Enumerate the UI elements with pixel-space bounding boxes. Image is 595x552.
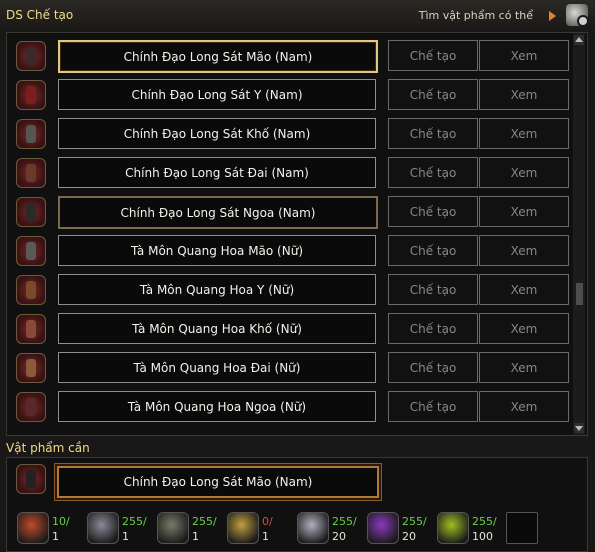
material-need-count: 1 (192, 530, 199, 543)
list-item[interactable]: Tà Môn Quang Hoa Khố (Nữ) Chế tạo Xem (7, 310, 575, 349)
craft-button[interactable]: Chế tạo (388, 79, 478, 110)
silver-orb-icon[interactable] (87, 512, 119, 544)
list-item[interactable]: Tà Môn Quang Hoa Ngoa (Nữ) Chế tạo Xem (7, 388, 575, 427)
view-button[interactable]: Xem (479, 391, 569, 422)
view-button[interactable]: Xem (479, 157, 569, 188)
material-need-count: 1 (262, 530, 269, 543)
diamond-icon[interactable] (297, 512, 329, 544)
view-button[interactable]: Xem (479, 118, 569, 149)
required-items-panel: Chính Đạo Long Sát Mão (Nam) 10/1 255/1 25… (6, 457, 588, 552)
equipment-icon[interactable] (16, 80, 46, 110)
list-item[interactable]: Tà Môn Quang Hoa Đai (Nữ) Chế tạo Xem (7, 349, 575, 388)
list-item[interactable]: Tà Môn Quang Hoa Y (Nữ) Chế tạo Xem (7, 271, 575, 310)
list-item[interactable]: Chính Đạo Long Sát Mão (Nam) Chế tạo Xem (7, 37, 575, 76)
material-need-count: 100 (472, 530, 493, 543)
material-have-count: 255/ (472, 515, 497, 528)
craft-list: Chính Đạo Long Sát Mão (Nam) Chế tạo Xem Ch… (6, 32, 588, 436)
craft-button[interactable]: Chế tạo (388, 352, 478, 383)
craft-button[interactable]: Chế tạo (388, 391, 478, 422)
equipment-icon[interactable] (16, 197, 46, 227)
scroll-up-arrow-icon[interactable] (574, 35, 584, 45)
item-name[interactable]: Tà Môn Quang Hoa Mão (Nữ) (58, 235, 376, 266)
scrollbar[interactable] (573, 33, 585, 435)
required-items-title: Vật phẩm cần (6, 441, 90, 455)
material-have-count: 255/ (122, 515, 147, 528)
find-craftable-label[interactable]: Tìm vật phẩm có thể (419, 9, 533, 22)
list-item[interactable]: Chính Đạo Long Sát Khố (Nam) Chế tạo Xem (7, 115, 575, 154)
item-name[interactable]: Tà Môn Quang Hoa Y (Nữ) (58, 274, 376, 305)
material-slot[interactable]: 255/1 (157, 512, 221, 544)
stone-orb-icon[interactable] (157, 512, 189, 544)
material-have-count: 255/ (332, 515, 357, 528)
equipment-icon[interactable] (16, 236, 46, 266)
craft-button[interactable]: Chế tạo (388, 313, 478, 344)
panel-title: DS Chế tạo (6, 8, 74, 22)
equipment-icon[interactable] (16, 119, 46, 149)
search-icon[interactable] (566, 4, 589, 27)
item-name[interactable]: Tà Môn Quang Hoa Khố (Nữ) (58, 313, 376, 344)
material-slot[interactable]: 10/1 (17, 512, 81, 544)
material-slot[interactable]: 255/100 (437, 512, 501, 544)
equipment-icon[interactable] (16, 41, 46, 71)
view-button[interactable]: Xem (479, 235, 569, 266)
material-slot[interactable]: 255/1 (87, 512, 151, 544)
item-name[interactable]: Chính Đạo Long Sát Mão (Nam) (58, 40, 378, 73)
purple-crystal-icon[interactable] (367, 512, 399, 544)
play-arrow-icon[interactable] (549, 11, 556, 21)
view-button[interactable]: Xem (479, 79, 569, 110)
eye-gem-icon[interactable] (227, 512, 259, 544)
required-item-name: Chính Đạo Long Sát Mão (Nam) (57, 466, 379, 498)
equipment-icon[interactable] (16, 275, 46, 305)
item-name[interactable]: Tà Môn Quang Hoa Đai (Nữ) (58, 352, 376, 383)
scroll-down-arrow-icon[interactable] (574, 423, 584, 433)
craft-button[interactable]: Chế tạo (388, 40, 478, 71)
material-slot[interactable]: 255/20 (297, 512, 361, 544)
scroll-thumb[interactable] (576, 283, 583, 305)
view-button[interactable]: Xem (479, 274, 569, 305)
craft-button[interactable]: Chế tạo (388, 118, 478, 149)
material-have-count: 255/ (402, 515, 427, 528)
material-need-count: 20 (332, 530, 346, 543)
list-item[interactable]: Chính Đạo Long Sát Ngoa (Nam) Chế tạo Xem (7, 193, 575, 232)
craft-button[interactable]: Chế tạo (388, 274, 478, 305)
material-have-count: 10/ (52, 515, 70, 528)
helmet-icon[interactable] (16, 464, 46, 494)
scroll-icon[interactable] (17, 512, 49, 544)
equipment-icon[interactable] (16, 158, 46, 188)
item-name[interactable]: Chính Đạo Long Sát Khố (Nam) (58, 118, 376, 149)
craft-button[interactable]: Chế tạo (388, 196, 478, 227)
material-have-count: 255/ (192, 515, 217, 528)
title-bar: DS Chế tạo Tìm vật phẩm có thể (0, 0, 595, 30)
craft-button[interactable]: Chế tạo (388, 235, 478, 266)
material-slot[interactable]: 255/20 (367, 512, 431, 544)
list-item[interactable]: Chính Đạo Long Sát Đai (Nam) Chế tạo Xem (7, 154, 575, 193)
empty-material-slot[interactable] (506, 512, 538, 544)
list-item[interactable]: Chính Đạo Long Sát Y (Nam) Chế tạo Xem (7, 76, 575, 115)
equipment-icon[interactable] (16, 353, 46, 383)
craft-button[interactable]: Chế tạo (388, 157, 478, 188)
view-button[interactable]: Xem (479, 352, 569, 383)
item-name[interactable]: Chính Đạo Long Sát Ngoa (Nam) (58, 196, 378, 229)
material-need-count: 20 (402, 530, 416, 543)
view-button[interactable]: Xem (479, 196, 569, 227)
green-gem-icon[interactable] (437, 512, 469, 544)
item-name[interactable]: Chính Đạo Long Sát Y (Nam) (58, 79, 376, 110)
item-name[interactable]: Chính Đạo Long Sát Đai (Nam) (58, 157, 376, 188)
material-have-count: 0/ (262, 515, 273, 528)
view-button[interactable]: Xem (479, 313, 569, 344)
equipment-icon[interactable] (16, 314, 46, 344)
item-name[interactable]: Tà Môn Quang Hoa Ngoa (Nữ) (58, 391, 376, 422)
view-button[interactable]: Xem (479, 40, 569, 71)
equipment-icon[interactable] (16, 392, 46, 422)
material-need-count: 1 (122, 530, 129, 543)
material-slot[interactable]: 0/1 (227, 512, 291, 544)
list-item[interactable]: Tà Môn Quang Hoa Mão (Nữ) Chế tạo Xem (7, 232, 575, 271)
material-need-count: 1 (52, 530, 59, 543)
